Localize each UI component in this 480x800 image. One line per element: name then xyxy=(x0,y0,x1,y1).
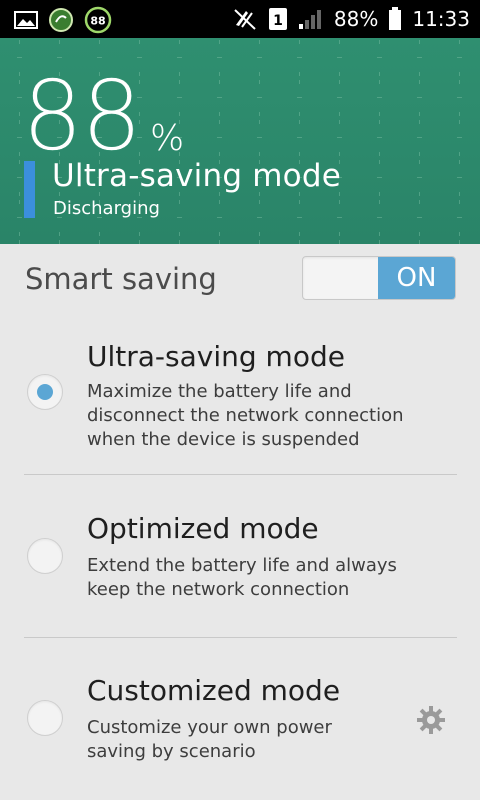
smart-saving-label: Smart saving xyxy=(25,262,217,296)
battery-header: 88 % Ultra-saving mode Discharging xyxy=(0,38,480,244)
toggle-on-label: ON xyxy=(378,257,455,299)
radio-ultra-saving[interactable] xyxy=(27,374,63,410)
sim-slot-number: 1 xyxy=(273,13,283,29)
percent-sign: % xyxy=(150,118,185,159)
signal-icon xyxy=(298,8,324,30)
image-icon xyxy=(14,10,38,30)
current-mode-title: Ultra-saving mode xyxy=(52,158,341,194)
battery-icon xyxy=(388,7,402,31)
no-notification-icon xyxy=(232,7,258,31)
radio-customized[interactable] xyxy=(27,700,63,736)
sim-icon: 1 xyxy=(268,7,288,31)
cleaner-icon xyxy=(48,7,74,33)
option-customized[interactable]: Customized mode Customize your own power… xyxy=(0,662,480,782)
option-description: Maximize the battery life and disconnect… xyxy=(87,380,427,452)
option-optimized[interactable]: Optimized mode Extend the battery life a… xyxy=(0,500,480,620)
description-line: disconnect the network connection xyxy=(87,405,404,426)
badge-number: 88 xyxy=(90,15,105,28)
status-bar: 88 1 88% 11:33 xyxy=(0,0,480,38)
description-line: Maximize the battery life and xyxy=(87,381,352,402)
divider xyxy=(24,637,457,638)
option-description: Customize your own power saving by scena… xyxy=(87,716,427,764)
option-ultra-saving[interactable]: Ultra-saving mode Maximize the battery l… xyxy=(0,330,480,470)
radio-optimized[interactable] xyxy=(27,538,63,574)
clock: 11:33 xyxy=(412,7,470,31)
description-line: Customize your own power xyxy=(87,717,332,738)
charging-status: Discharging xyxy=(53,198,160,219)
description-line: Extend the battery life and always xyxy=(87,555,397,576)
divider xyxy=(24,474,457,475)
option-description: Extend the battery life and always keep … xyxy=(87,554,427,602)
gear-icon[interactable] xyxy=(416,705,446,735)
option-title: Optimized mode xyxy=(87,512,319,545)
option-title: Ultra-saving mode xyxy=(87,340,345,373)
option-title: Customized mode xyxy=(87,674,341,707)
description-line: when the device is suspended xyxy=(87,429,360,450)
battery-percentage: 88 xyxy=(22,60,143,172)
smart-saving-toggle[interactable]: ON xyxy=(302,256,456,300)
description-line: keep the network connection xyxy=(87,579,350,600)
battery-badge-icon: 88 xyxy=(84,6,112,34)
mode-indicator-bar xyxy=(24,161,35,218)
battery-percent-text: 88% xyxy=(333,7,379,31)
description-line: saving by scenario xyxy=(87,741,256,762)
